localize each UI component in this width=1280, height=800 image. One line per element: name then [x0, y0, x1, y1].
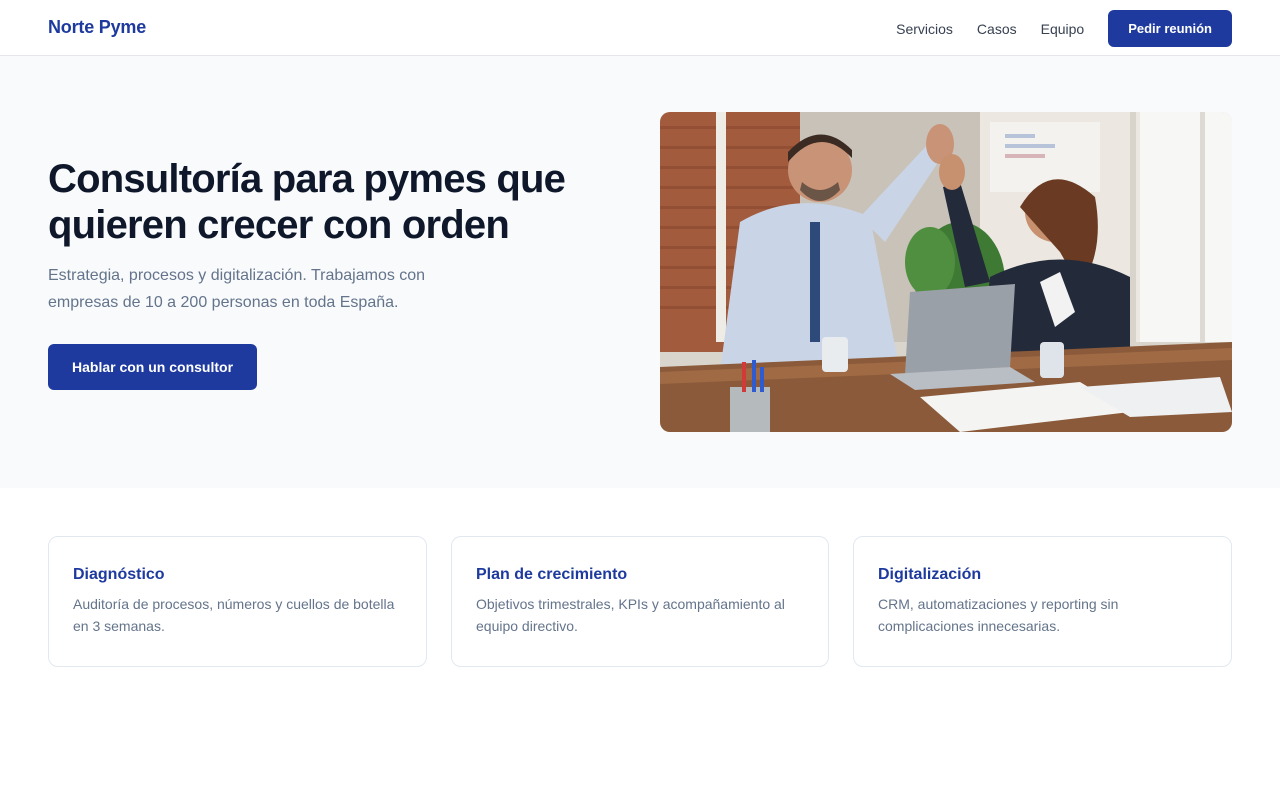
brand-logo[interactable]: Norte Pyme: [48, 17, 146, 38]
service-card-diagnostico: Diagnóstico Auditoría de procesos, númer…: [48, 536, 427, 667]
talk-to-consultant-button[interactable]: Hablar con un consultor: [48, 344, 258, 390]
hero-title: Consultoría para pymes que quieren crece…: [48, 157, 566, 247]
request-meeting-button[interactable]: Pedir reunión: [1108, 10, 1232, 47]
service-card-title: Plan de crecimiento: [476, 566, 628, 583]
service-card-title: Diagnóstico: [73, 566, 165, 583]
nav-link-servicios[interactable]: Servicios: [896, 21, 953, 37]
nav-link-casos[interactable]: Casos: [977, 21, 1017, 37]
site-header: Norte Pyme Servicios Casos Equipo Pedir …: [0, 0, 1280, 56]
main-nav: Servicios Casos Equipo Pedir reunión: [896, 10, 1232, 47]
service-card-text: Auditoría de procesos, números y cuellos…: [73, 596, 395, 634]
service-card-text: CRM, automatizaciones y reporting sin co…: [878, 596, 1119, 634]
service-card-text: Objetivos trimestrales, KPIs y acompañam…: [476, 596, 785, 634]
hero-photo: [660, 112, 1232, 432]
service-card-digitalizacion: Digitalización CRM, automatizaciones y r…: [853, 536, 1232, 667]
service-card-title: Digitalización: [878, 566, 982, 583]
hero-section: Consultoría para pymes que quieren crece…: [0, 56, 1280, 488]
services-section: Diagnóstico Auditoría de procesos, númer…: [48, 536, 1232, 667]
nav-link-equipo[interactable]: Equipo: [1041, 21, 1085, 37]
service-card-plan-crecimiento: Plan de crecimiento Objetivos trimestral…: [451, 536, 829, 667]
hero-subtitle: Estrategia, procesos y digitalización. T…: [48, 267, 426, 311]
